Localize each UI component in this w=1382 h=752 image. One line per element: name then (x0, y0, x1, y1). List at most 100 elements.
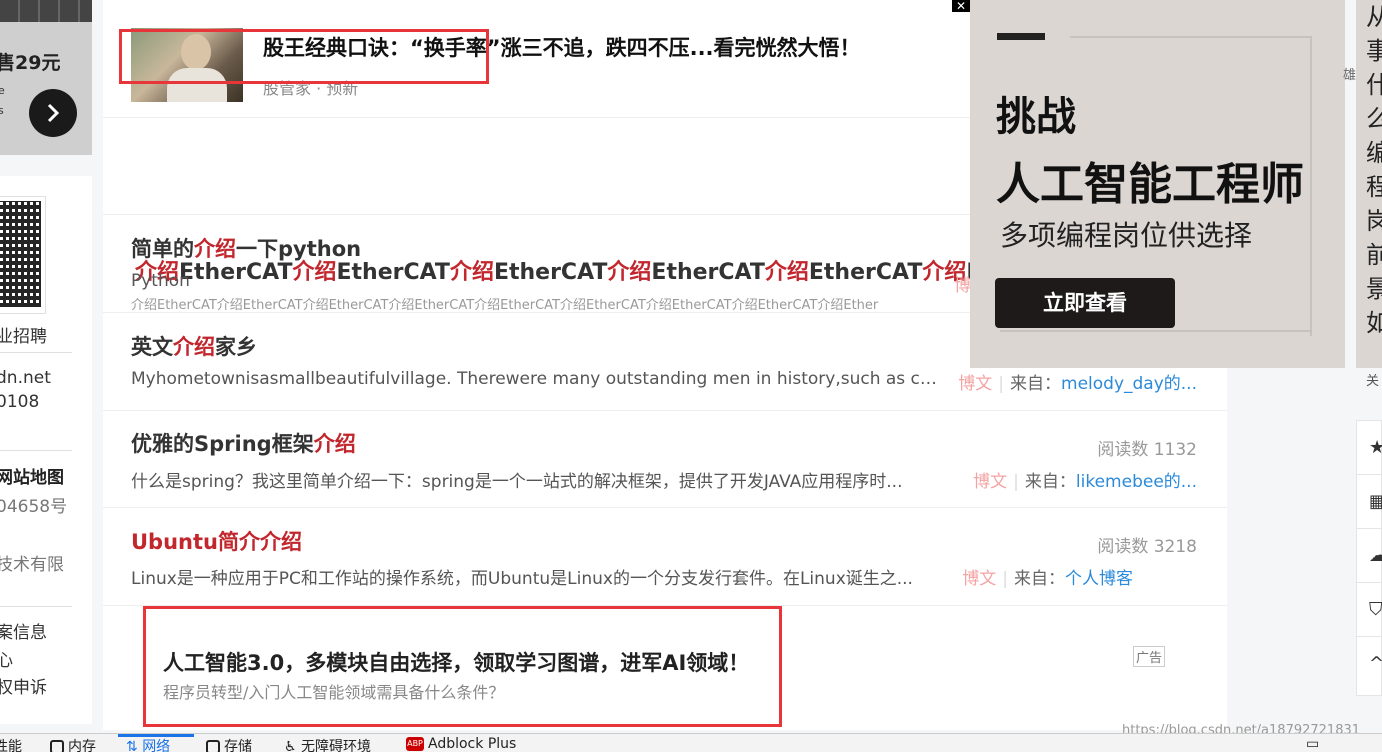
title-text: 一下python (236, 237, 362, 261)
article-meta: 博文 | 来自：likemebee的... (973, 472, 1197, 492)
ad-label: 广告 (1133, 646, 1166, 667)
article-type-tag: 博文 (962, 569, 997, 589)
center-link[interactable]: 心 (0, 646, 13, 671)
divider (0, 450, 72, 451)
chevron-right-icon (47, 103, 60, 123)
tab-adblock[interactable]: ABP Adblock Plus (406, 736, 516, 752)
close-link[interactable]: 关 (1366, 370, 1379, 389)
list-item[interactable] (103, 508, 1227, 606)
ad-char: 岗 (1366, 207, 1382, 235)
article-title[interactable]: 简单的介绍一下python (131, 233, 361, 263)
divider (0, 352, 72, 353)
ad-char: 前 (1366, 241, 1382, 269)
article-desc: Python (131, 271, 190, 291)
devtools-tabbar: 性能 内存 ⇅ 网络 存储 ♿ 无障碍环境 ABP Adblock Plus ▭ (0, 733, 1382, 752)
side-toolbar: ★ ▦ ☁ ⛉ ^ (1356, 420, 1382, 696)
adblock-icon: ABP (406, 737, 424, 751)
promo-card[interactable]: 售29元 e s (0, 0, 92, 155)
article-desc: 什么是spring？我这里简单介绍一下：spring是一个一站式的解决框架，提供… (131, 472, 903, 492)
storage-icon (206, 740, 220, 752)
floating-ad[interactable]: 挑战 人工智能工程师 多项编程岗位供选择 立即查看 (970, 0, 1345, 368)
back-to-top-button[interactable]: ^ (1357, 637, 1382, 691)
article-type-tag: 博文 (973, 472, 1008, 492)
tab-accessibility[interactable]: ♿ 无障碍环境 (284, 736, 371, 752)
next-button[interactable] (29, 89, 77, 137)
ad-source: 股管家 · 预新 (263, 79, 359, 98)
title-highlight: 介绍 (194, 237, 236, 261)
ad-desc: 程序员转型/入门人工智能领域需具备什么条件？ (163, 683, 505, 702)
title-text: 英文 (131, 335, 173, 359)
contact-email: dn.net (0, 368, 51, 388)
ad-title[interactable]: 人工智能3.0，多模块自由选择，领取学习图谱，进军AI领域！ (163, 647, 749, 677)
ad-headline: 人工智能工程师 (996, 159, 1304, 210)
read-count: 阅读数 3218 (1097, 537, 1197, 557)
copyright-complaint-link[interactable]: 权申诉 (0, 673, 47, 698)
ad-title[interactable]: 股王经典口诀：“换手率”涨三不追，跌四不压...看完恍然大悟！ (263, 32, 861, 62)
ad-char: 什 (1366, 71, 1382, 99)
promo-text: s (0, 104, 4, 117)
tag-text: 博 (954, 276, 971, 296)
tab-performance[interactable]: 性能 (0, 736, 22, 752)
site-info-card: 业招聘 dn.net 0108 网站地图 04658号 技术有限 案信息 心 权… (0, 176, 92, 724)
ad-subtitle: 多项编程岗位供选择 (1000, 219, 1253, 252)
recruit-link[interactable]: 业招聘 (0, 322, 47, 347)
toolbar-item[interactable]: ▦ (1357, 475, 1382, 529)
promo-text: e (0, 84, 5, 97)
right-ad[interactable]: 从 事 什 么 编 程 岗 前 景 如 (1356, 0, 1382, 368)
star-icon: ★ (1369, 437, 1382, 458)
right-text-fragment: 雄 (1343, 68, 1357, 83)
company-name: 技术有限 (0, 555, 64, 575)
title-text: 简单的 (131, 237, 194, 261)
article-title[interactable]: 英文介绍家乡 (131, 331, 257, 361)
ad-char: 编 (1366, 139, 1382, 167)
network-icon: ⇅ (126, 739, 143, 752)
article-meta: 博文 | 来自：个人博客 (962, 569, 1133, 589)
ad-char: 事 (1366, 37, 1382, 65)
cloud-icon: ☁ (1369, 545, 1382, 566)
sitemap-link[interactable]: 网站地图 (0, 463, 64, 488)
memory-icon (50, 740, 64, 752)
read-count: 阅读数 1132 (1097, 440, 1197, 460)
accessibility-icon: ♿ (284, 739, 302, 752)
toolbar-item[interactable]: ★ (1357, 421, 1382, 475)
author-link[interactable]: melody_day的... (1061, 374, 1197, 394)
title-highlight: 介绍 (313, 432, 356, 456)
close-ad-button[interactable]: ✕ (952, 0, 970, 12)
title-highlight: 介绍 (173, 335, 215, 359)
article-title[interactable]: Ubuntu简介介绍 (131, 526, 302, 556)
icp-number: 04658号 (0, 497, 68, 517)
tab-storage[interactable]: 存储 (206, 736, 252, 752)
promo-price: 售29元 (0, 52, 61, 74)
from-label: 来自： (1024, 472, 1076, 492)
promo-image (0, 0, 92, 22)
dock-icon[interactable]: ▭ (1306, 736, 1319, 752)
list-item[interactable] (103, 411, 1227, 508)
ad-char: 如 (1366, 309, 1382, 337)
from-label: 来自： (1010, 374, 1062, 394)
left-sidebar: 售29元 e s 业招聘 dn.net 0108 网站地图 04658号 技术有… (0, 0, 92, 752)
chevron-up-icon: ^ (1369, 653, 1382, 674)
qrcode-icon: ▦ (1369, 491, 1382, 512)
tab-memory[interactable]: 内存 (50, 736, 96, 752)
divider (0, 606, 72, 607)
toolbar-item[interactable]: ☁ (1357, 529, 1382, 583)
author-link[interactable]: 个人博客 (1065, 569, 1133, 589)
article-type-tag: 博 (954, 271, 971, 296)
title-text: 优雅的Spring框架 (131, 432, 314, 456)
ad-char: 程 (1366, 173, 1382, 201)
article-desc: Myhometownisasmallbeautifulvillage. Ther… (131, 369, 939, 389)
qr-code (0, 196, 46, 314)
ad-char: 么 (1366, 105, 1382, 133)
ad-thumbnail[interactable] (131, 28, 243, 102)
toolbar-item[interactable]: ⛉ (1357, 583, 1382, 637)
ad-headline: 挑战 (996, 94, 1076, 140)
author-link[interactable]: likemebee的... (1076, 472, 1197, 492)
article-title[interactable]: 优雅的Spring框架介绍 (131, 428, 356, 458)
record-info-link[interactable]: 案信息 (0, 618, 47, 643)
view-now-button[interactable]: 立即查看 (995, 278, 1175, 328)
ad-char: 从 (1366, 3, 1382, 31)
contact-phone: 0108 (0, 392, 40, 412)
from-label: 来自： (1014, 569, 1065, 589)
article-desc: Linux是一种应用于PC和工作站的操作系统，而Ubuntu是Linux的一个分… (131, 569, 913, 589)
tab-network[interactable]: ⇅ 网络 (126, 736, 170, 752)
